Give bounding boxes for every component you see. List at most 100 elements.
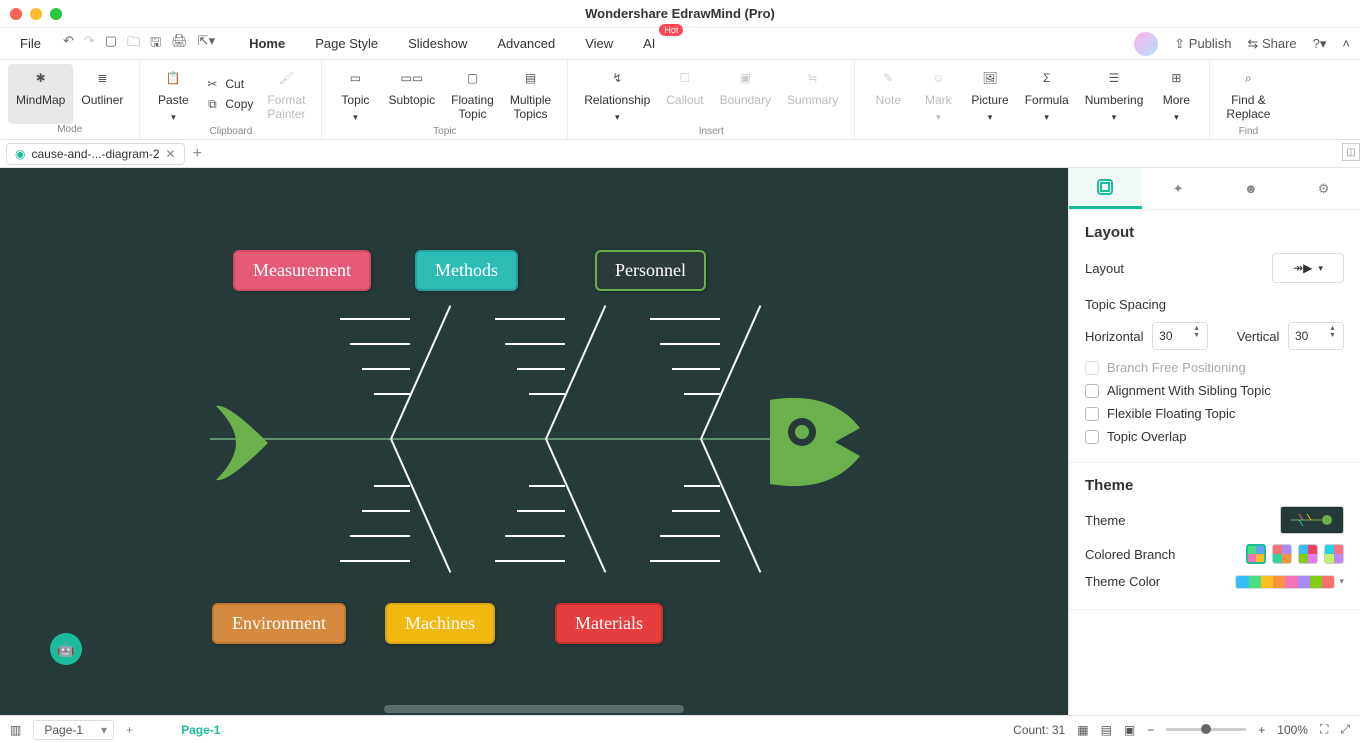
- cat-methods[interactable]: Methods: [415, 250, 518, 291]
- tab-view[interactable]: View: [579, 32, 619, 55]
- side-tab-style[interactable]: ✦: [1142, 168, 1215, 209]
- tab-home[interactable]: Home: [243, 32, 291, 55]
- print-icon[interactable]: 🖨: [171, 33, 188, 55]
- cut-button[interactable]: ✂Cut: [198, 75, 259, 95]
- quick-access-toolbar: ↶ ↷ ▢ 🗀 🖫 🖨 ⇱▾: [63, 33, 215, 55]
- horizontal-input[interactable]: 30▲▼: [1152, 322, 1208, 350]
- cat-measurement[interactable]: Measurement: [233, 250, 371, 291]
- fit-screen-icon[interactable]: ⛶: [1320, 722, 1328, 737]
- summary-icon: ≒: [802, 68, 824, 90]
- zoom-level[interactable]: 100%: [1277, 723, 1308, 737]
- file-menu[interactable]: File: [10, 32, 51, 55]
- callout-button[interactable]: ☐Callout: [658, 64, 711, 126]
- flexible-floating-checkbox[interactable]: Flexible Floating Topic: [1085, 406, 1344, 421]
- bone-bot-3: [700, 439, 761, 573]
- close-window-button[interactable]: [10, 8, 22, 20]
- multiple-topics-button[interactable]: ▤Multiple Topics: [502, 64, 559, 126]
- window-controls: [10, 8, 62, 20]
- summary-button[interactable]: ≒Summary: [779, 64, 846, 126]
- panel-toggle-icon[interactable]: ◫: [1342, 143, 1360, 161]
- numbering-button[interactable]: ☰Numbering▾: [1077, 64, 1152, 126]
- close-tab-icon[interactable]: ✕: [166, 147, 176, 161]
- tab-page-style[interactable]: Page Style: [309, 32, 384, 55]
- theme-color-select[interactable]: [1235, 575, 1335, 589]
- format-painter-button[interactable]: 🖌Format Painter: [259, 64, 313, 126]
- count-label: Count: 31: [1013, 723, 1065, 737]
- new-icon[interactable]: ▢: [105, 33, 117, 55]
- publish-button[interactable]: ⇪ Publish: [1174, 36, 1231, 52]
- group-find: ⌕Find & Replace Find: [1210, 60, 1286, 139]
- view-mode-3-icon[interactable]: ▣: [1124, 723, 1135, 737]
- tab-advanced[interactable]: Advanced: [491, 32, 561, 55]
- shield-icon: ☻: [1244, 181, 1258, 196]
- note-button[interactable]: ✎Note: [863, 64, 913, 126]
- user-avatar[interactable]: [1134, 32, 1158, 56]
- swatch-1[interactable]: [1246, 544, 1266, 564]
- cat-personnel[interactable]: Personnel: [595, 250, 706, 291]
- paste-button[interactable]: 📋Paste▾: [148, 64, 198, 126]
- redo-icon[interactable]: ↷: [84, 33, 95, 55]
- document-tab[interactable]: ◉ cause-and-...-diagram-2 ✕: [6, 143, 185, 165]
- zoom-out-button[interactable]: −: [1147, 723, 1154, 737]
- theme-select[interactable]: [1280, 506, 1344, 534]
- swatch-2[interactable]: [1272, 544, 1292, 564]
- swatch-4[interactable]: [1324, 544, 1344, 564]
- outliner-button[interactable]: ≣Outliner: [73, 64, 131, 124]
- minimize-window-button[interactable]: [30, 8, 42, 20]
- layout-select[interactable]: ↠▶▾: [1272, 253, 1344, 283]
- cat-materials[interactable]: Materials: [555, 603, 663, 644]
- view-mode-2-icon[interactable]: ▤: [1101, 723, 1112, 737]
- mindmap-icon: ✱: [30, 68, 52, 90]
- bone-top-3: [700, 305, 761, 439]
- find-replace-button[interactable]: ⌕Find & Replace: [1218, 64, 1278, 126]
- tab-ai[interactable]: AIHot: [637, 32, 661, 55]
- chatbot-button[interactable]: 🤖: [50, 633, 82, 665]
- swatch-3[interactable]: [1298, 544, 1318, 564]
- add-tab-button[interactable]: +: [193, 145, 202, 163]
- brush-icon: 🖌: [275, 68, 297, 90]
- horizontal-scrollbar[interactable]: [384, 705, 684, 713]
- bone-top-1: [390, 305, 451, 439]
- mark-button[interactable]: ☺Mark▾: [913, 64, 963, 126]
- cat-environment[interactable]: Environment: [212, 603, 346, 644]
- side-tab-settings[interactable]: ⚙: [1287, 168, 1360, 209]
- add-page-button[interactable]: +: [126, 723, 133, 737]
- fullscreen-icon[interactable]: ⤢: [1340, 722, 1350, 737]
- more-button[interactable]: ⊞More▾: [1151, 64, 1201, 126]
- export-icon[interactable]: ⇱▾: [198, 33, 215, 55]
- subtopic-button[interactable]: ▭▭Subtopic: [380, 64, 443, 126]
- menu-bar: File ↶ ↷ ▢ 🗀 🖫 🖨 ⇱▾ Home Page Style Slid…: [0, 28, 1360, 60]
- side-tab-icons[interactable]: ☻: [1215, 168, 1288, 209]
- share-button[interactable]: ⇆ Share: [1247, 36, 1296, 52]
- zoom-in-button[interactable]: +: [1258, 723, 1265, 737]
- relationship-button[interactable]: ↯Relationship▾: [576, 64, 658, 126]
- undo-icon[interactable]: ↶: [63, 33, 74, 55]
- mindmap-button[interactable]: ✱MindMap: [8, 64, 73, 124]
- boundary-button[interactable]: ▣Boundary: [712, 64, 779, 126]
- formula-button[interactable]: ΣFormula▾: [1017, 64, 1077, 126]
- topic-overlap-checkbox[interactable]: Topic Overlap: [1085, 429, 1344, 444]
- view-mode-1-icon[interactable]: ▦: [1077, 723, 1088, 737]
- topic-button[interactable]: ▭Topic▾: [330, 64, 380, 126]
- side-tab-layout[interactable]: [1069, 168, 1142, 209]
- help-icon[interactable]: ?▾: [1313, 36, 1327, 52]
- picture-button[interactable]: 🖼Picture▾: [963, 64, 1016, 126]
- boundary-icon: ▣: [734, 68, 756, 90]
- tab-slideshow[interactable]: Slideshow: [402, 32, 473, 55]
- zoom-slider[interactable]: [1166, 728, 1246, 731]
- pages-icon[interactable]: ▥: [10, 723, 21, 737]
- relationship-icon: ↯: [606, 68, 628, 90]
- page-selector[interactable]: Page-1: [33, 720, 114, 740]
- colored-branch-label: Colored Branch: [1085, 547, 1175, 562]
- copy-button[interactable]: ⧉Copy: [198, 95, 259, 115]
- floating-topic-button[interactable]: ▢Floating Topic: [443, 64, 502, 126]
- maximize-window-button[interactable]: [50, 8, 62, 20]
- vertical-input[interactable]: 30▲▼: [1288, 322, 1344, 350]
- cat-machines[interactable]: Machines: [385, 603, 495, 644]
- align-sibling-checkbox[interactable]: Alignment With Sibling Topic: [1085, 383, 1344, 398]
- open-icon[interactable]: 🗀: [127, 33, 140, 55]
- canvas[interactable]: Measurement Methods Personnel Environmen…: [0, 168, 1068, 715]
- save-icon[interactable]: 🖫: [150, 33, 161, 55]
- group-insert2: ✎Note ☺Mark▾ 🖼Picture▾ ΣFormula▾ ☰Number…: [855, 60, 1210, 139]
- collapse-ribbon-icon[interactable]: ˄: [1342, 36, 1350, 51]
